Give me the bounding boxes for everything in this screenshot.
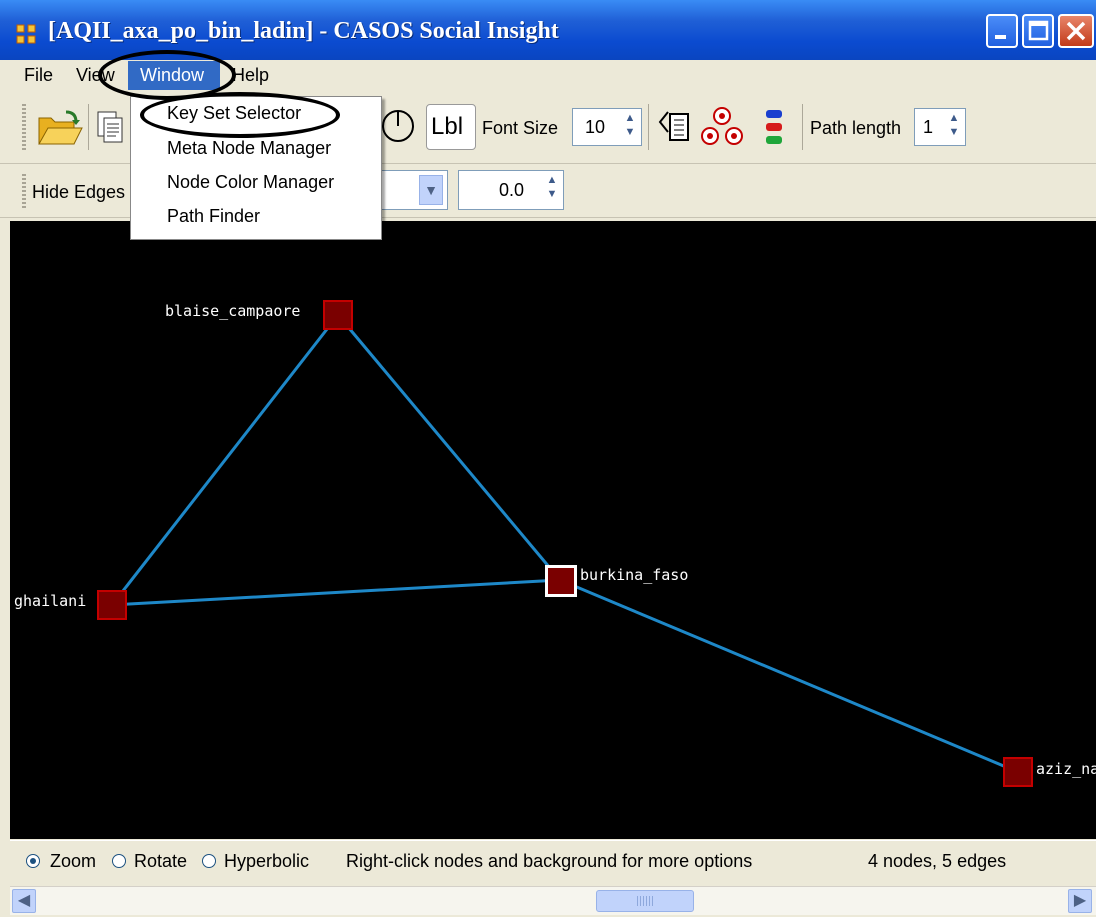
menu-item-meta-node-manager[interactable]: Meta Node Manager xyxy=(167,138,331,159)
menu-item-node-color-manager[interactable]: Node Color Manager xyxy=(167,172,334,193)
hyperbolic-radio[interactable] xyxy=(202,854,216,868)
node-aziz-na[interactable] xyxy=(1003,757,1033,787)
node-burkina-faso[interactable] xyxy=(545,565,577,597)
edge-blaise-ghailani xyxy=(110,314,340,606)
zoom-radio[interactable] xyxy=(26,854,40,868)
rotate-radio[interactable] xyxy=(112,854,126,868)
horizontal-scrollbar[interactable]: ◀ ▶ xyxy=(10,886,1096,915)
scroll-right-icon[interactable]: ▶ xyxy=(1068,889,1092,913)
scroll-left-icon[interactable]: ◀ xyxy=(12,889,36,913)
graph-counts: 4 nodes, 5 edges xyxy=(868,851,1007,871)
hyperbolic-label[interactable]: Hyperbolic xyxy=(224,851,309,872)
node-label: blaise_campaore xyxy=(165,302,301,320)
scrollbar-thumb[interactable] xyxy=(596,890,694,912)
node-label: ghailani xyxy=(14,592,87,610)
edge-burkina-aziz xyxy=(559,578,1019,774)
edge-blaise-burkina xyxy=(336,314,562,581)
rotate-label[interactable]: Rotate xyxy=(134,851,187,872)
node-blaise-campaore[interactable] xyxy=(323,300,353,330)
radio-dot-icon xyxy=(30,858,36,864)
zoom-label[interactable]: Zoom xyxy=(50,851,96,872)
annotation-oval-key-set-selector xyxy=(140,92,340,138)
node-label: burkina_faso xyxy=(580,566,689,584)
edge-ghailani-burkina xyxy=(111,578,561,607)
grip-icon xyxy=(637,896,653,906)
menu-item-path-finder[interactable]: Path Finder xyxy=(167,206,260,227)
status-hint: Right-click nodes and background for mor… xyxy=(346,851,753,871)
node-ghailani[interactable] xyxy=(97,590,127,620)
node-label: aziz_na xyxy=(1036,760,1096,778)
